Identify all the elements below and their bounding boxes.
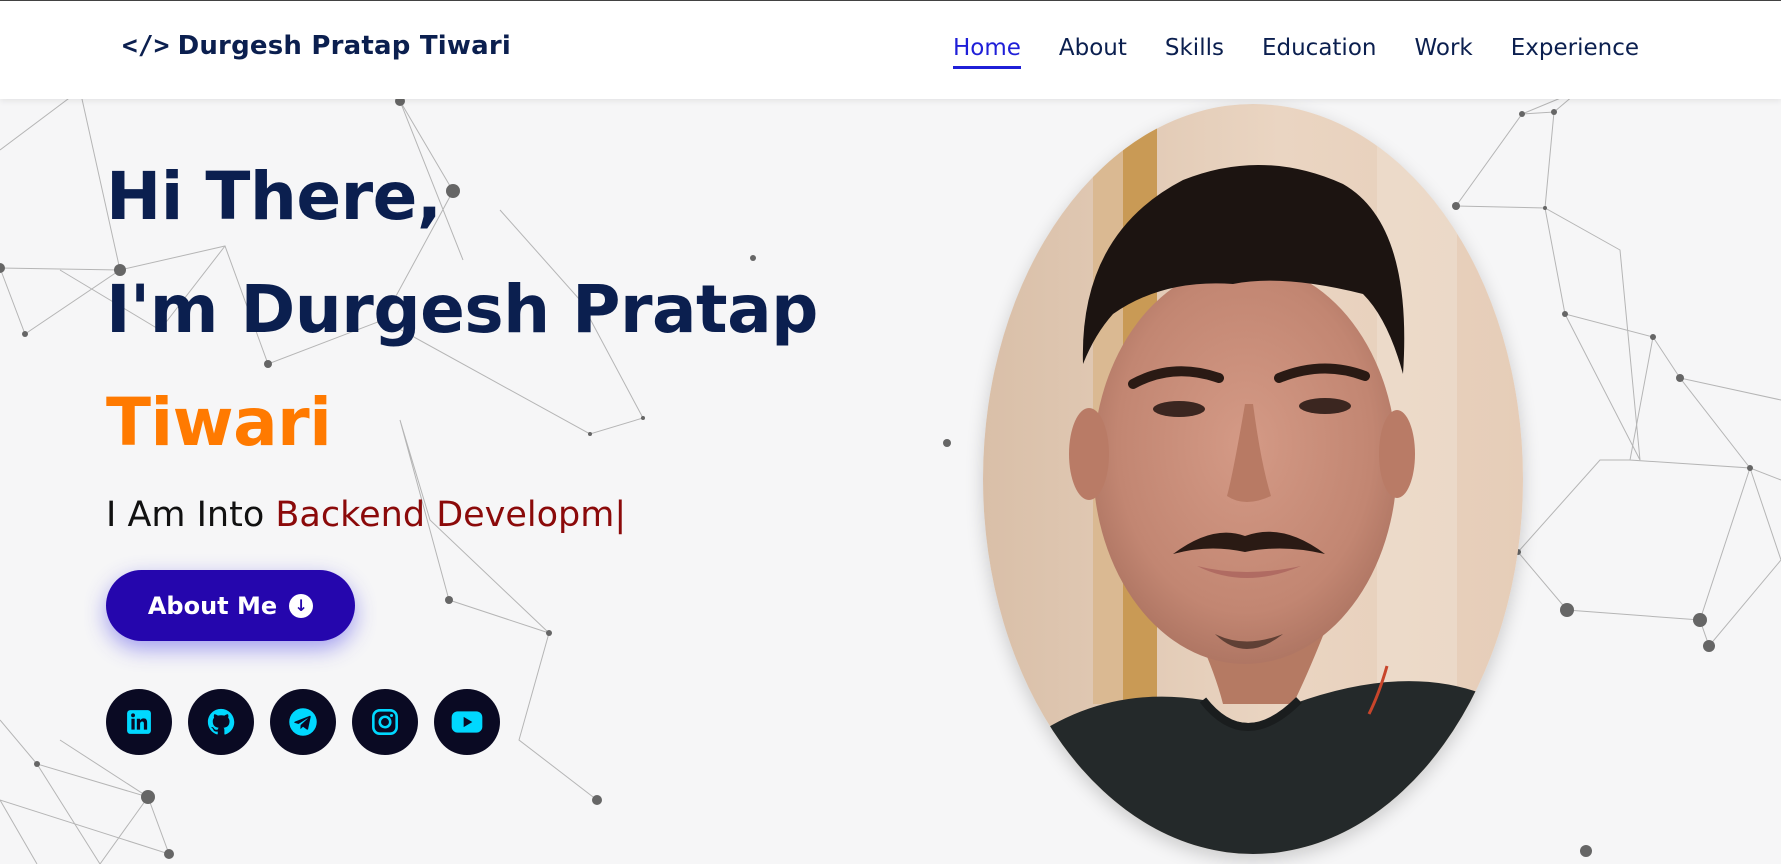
typed-role-text: I Am Into Backend Developm| bbox=[106, 495, 818, 535]
nav-experience[interactable]: Experience bbox=[1511, 35, 1639, 69]
youtube-icon bbox=[451, 711, 483, 733]
typed-prefix: I Am Into bbox=[106, 495, 265, 535]
site-header: </> Durgesh Pratap Tiwari Home About Ski… bbox=[0, 1, 1781, 99]
telegram-icon bbox=[289, 708, 317, 736]
nav-about[interactable]: About bbox=[1059, 35, 1127, 69]
youtube-link[interactable] bbox=[434, 689, 500, 755]
instagram-icon bbox=[372, 709, 398, 735]
brand-name: Durgesh Pratap Tiwari bbox=[177, 31, 511, 61]
profile-photo bbox=[983, 104, 1523, 854]
main-navigation: Home About Skills Education Work Experie… bbox=[952, 35, 1639, 69]
profile-photo-illustration bbox=[983, 104, 1523, 854]
github-icon bbox=[207, 708, 235, 735]
nav-work[interactable]: Work bbox=[1414, 35, 1472, 69]
instagram-link[interactable] bbox=[352, 689, 418, 755]
hero-greeting: Hi There, bbox=[106, 158, 442, 235]
social-links bbox=[106, 689, 500, 755]
brand-logo-link[interactable]: </> Durgesh Pratap Tiwari bbox=[122, 31, 511, 61]
typed-role: Backend Developm| bbox=[275, 495, 627, 535]
telegram-link[interactable] bbox=[270, 689, 336, 755]
arrow-down-circle-icon: ↓ bbox=[289, 593, 314, 618]
github-link[interactable] bbox=[188, 689, 254, 755]
hero-section: Hi There, I'm Durgesh Pratap Tiwari I Am… bbox=[106, 140, 818, 755]
about-me-label: About Me bbox=[147, 591, 278, 620]
nav-education[interactable]: Education bbox=[1262, 35, 1377, 69]
linkedin-icon bbox=[127, 710, 151, 734]
hero-heading: Hi There, I'm Durgesh Pratap Tiwari bbox=[106, 140, 818, 479]
hero-name-line: I'm Durgesh Pratap bbox=[106, 271, 818, 348]
hero-surname: Tiwari bbox=[106, 384, 332, 461]
code-icon: </> bbox=[122, 31, 170, 61]
about-me-button[interactable]: About Me ↓ bbox=[106, 570, 355, 641]
nav-skills[interactable]: Skills bbox=[1165, 35, 1224, 69]
nav-home[interactable]: Home bbox=[952, 35, 1021, 69]
linkedin-link[interactable] bbox=[106, 689, 172, 755]
